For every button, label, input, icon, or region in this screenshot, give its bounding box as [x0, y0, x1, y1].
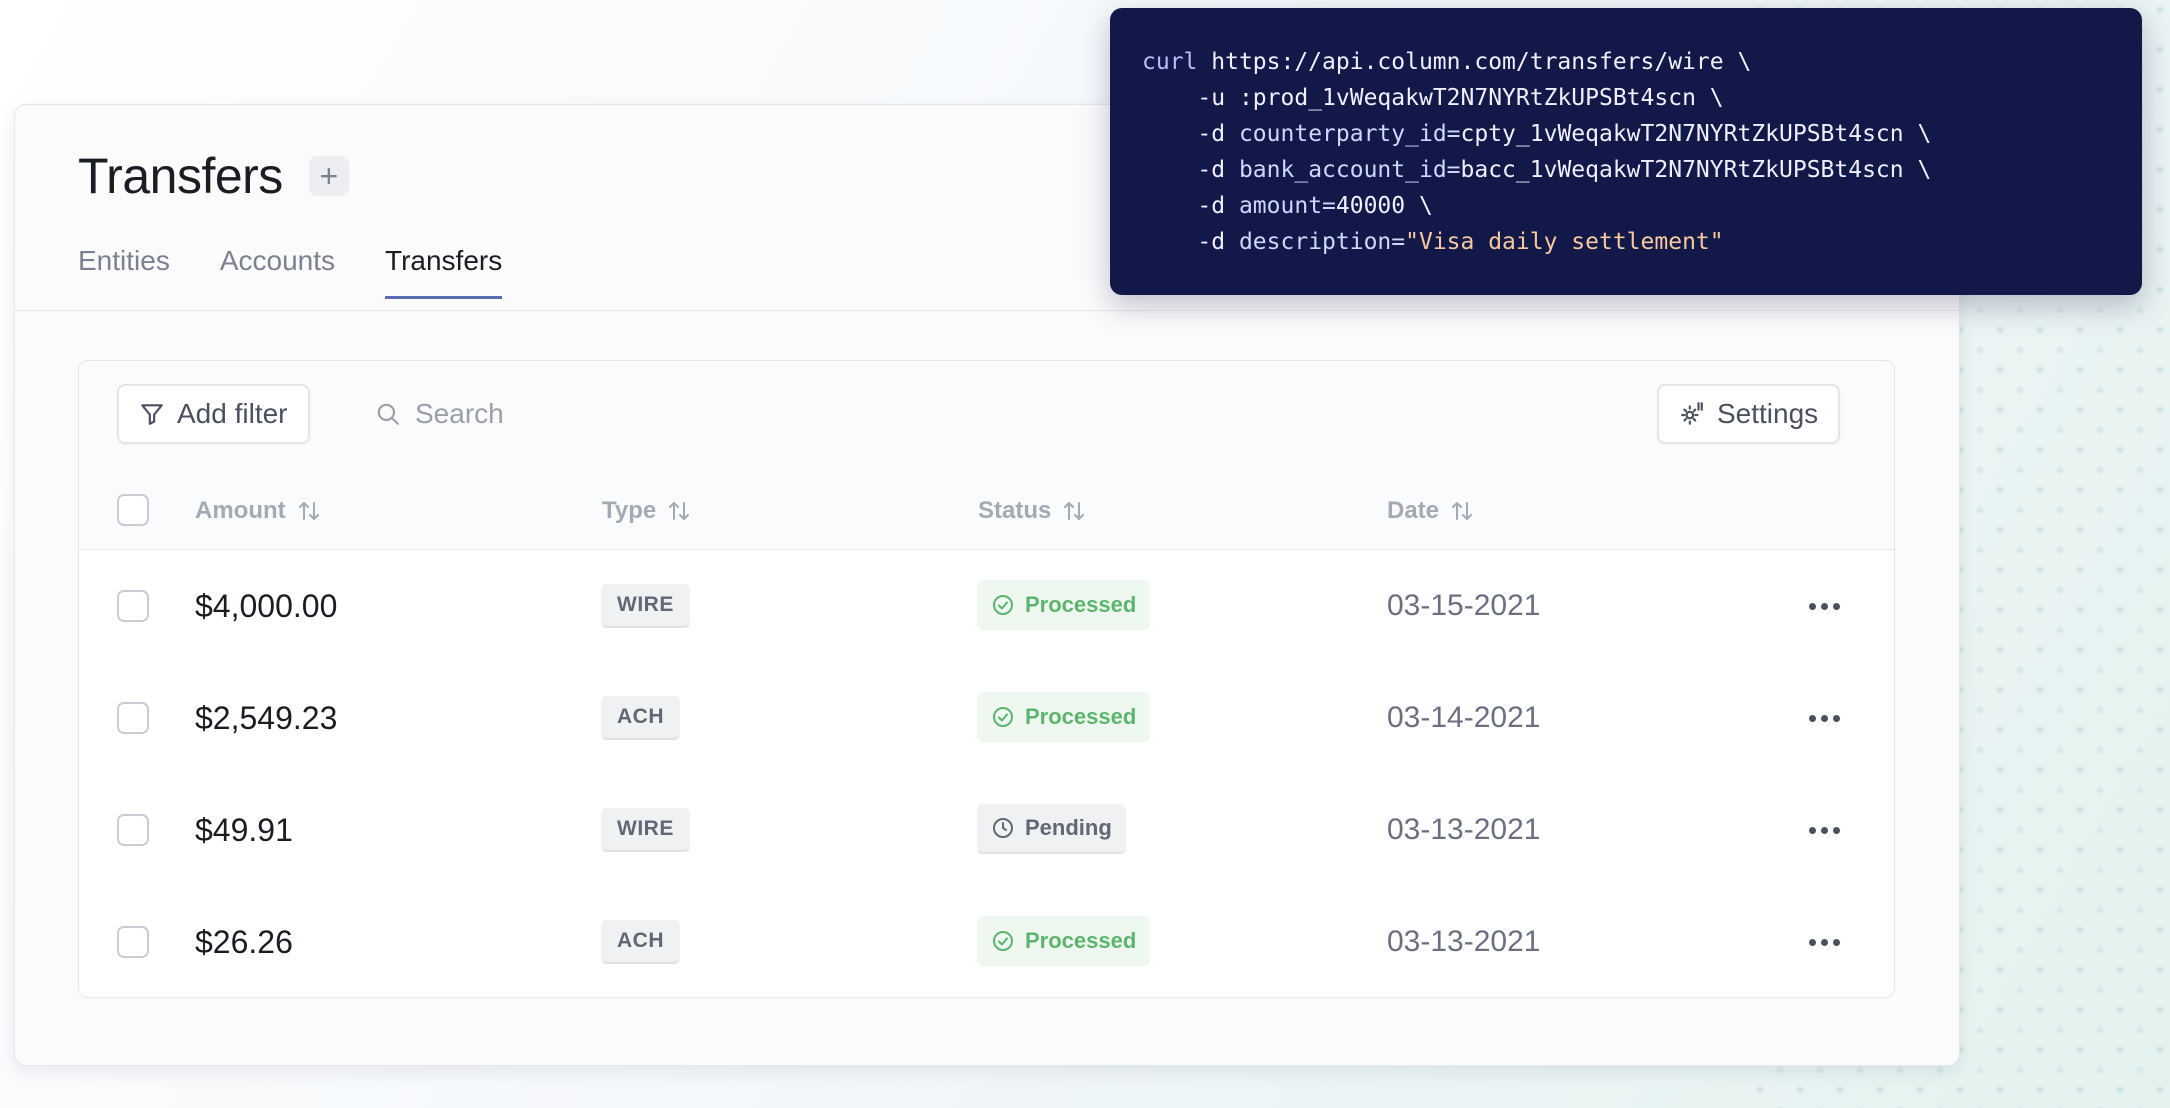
more-actions-icon[interactable]	[1809, 550, 1840, 662]
column-status-label: Status	[978, 496, 1052, 524]
add-filter-button[interactable]: Add filter	[117, 384, 310, 444]
search-placeholder: Search	[415, 398, 504, 429]
status-badge: Processed	[977, 916, 1151, 966]
column-date-label: Date	[1387, 496, 1440, 524]
column-status[interactable]: Status	[978, 472, 1087, 549]
row-date: 03-13-2021	[1387, 925, 1541, 958]
status-badge: Processed	[977, 692, 1151, 742]
type-badge: WIRE	[601, 808, 690, 852]
type-badge: WIRE	[601, 584, 690, 628]
select-all-checkbox[interactable]	[117, 494, 149, 526]
status-label: Processed	[1025, 592, 1137, 617]
check-circle-icon	[993, 931, 1013, 951]
code-value: 40000 \	[1335, 193, 1433, 219]
column-amount-label: Amount	[195, 496, 286, 524]
code-flag: -u	[1197, 85, 1226, 111]
check-circle-icon	[993, 707, 1013, 727]
table-row[interactable]: $26.26 ACH Processed 03-13-2021	[79, 886, 1894, 997]
table-row[interactable]: $4,000.00 WIRE Processed 03-15-2021	[79, 550, 1894, 663]
row-date: 03-13-2021	[1387, 813, 1541, 846]
row-checkbox[interactable]	[117, 702, 149, 734]
code-flag: -d	[1197, 229, 1226, 255]
tab-transfers[interactable]: Transfers	[385, 245, 503, 299]
tabs-divider	[15, 310, 1959, 311]
tab-bar: Entities Accounts Transfers	[78, 245, 503, 299]
code-value: cpty_1vWeqakwT2N7NYRtZkUPSBt4scn \	[1460, 121, 1932, 147]
row-amount: $2,549.23	[195, 699, 338, 736]
more-actions-icon[interactable]	[1809, 886, 1840, 997]
more-actions-icon[interactable]	[1809, 662, 1840, 774]
code-snippet: curl https://api.column.com/transfers/wi…	[1110, 8, 2142, 295]
code-value: :prod_1vWeqakwT2N7NYRtZkUPSBt4scn \	[1238, 85, 1724, 111]
sort-icon	[1452, 501, 1473, 520]
search-input[interactable]: Search	[375, 384, 504, 444]
column-date[interactable]: Date	[1387, 472, 1475, 549]
row-checkbox[interactable]	[117, 814, 149, 846]
code-flag: -d	[1197, 193, 1226, 219]
code-value: "Visa daily settlement"	[1405, 229, 1724, 255]
status-badge: Processed	[977, 580, 1151, 630]
page-header: Transfers +	[78, 147, 349, 205]
row-checkbox[interactable]	[117, 590, 149, 622]
status-label: Processed	[1025, 704, 1137, 729]
code-key: amount=	[1238, 193, 1336, 219]
code-flag: -d	[1197, 121, 1226, 147]
transfers-table: Add filter Search Settings Amount Type S…	[78, 360, 1895, 998]
code-command: curl	[1142, 49, 1198, 75]
row-amount: $26.26	[195, 923, 293, 960]
check-circle-icon	[993, 595, 1013, 615]
add-transfer-button[interactable]: +	[308, 156, 349, 196]
tab-accounts[interactable]: Accounts	[220, 245, 335, 299]
settings-button[interactable]: Settings	[1657, 384, 1841, 444]
more-actions-icon[interactable]	[1809, 774, 1840, 886]
sort-icon	[298, 501, 319, 520]
status-label: Pending	[1025, 815, 1112, 840]
column-amount[interactable]: Amount	[195, 472, 322, 549]
page-title: Transfers	[78, 148, 283, 204]
code-key: bank_account_id=	[1238, 157, 1461, 183]
code-key: counterparty_id=	[1238, 121, 1461, 147]
code-key: description=	[1238, 229, 1406, 255]
search-icon	[377, 403, 399, 425]
sort-icon	[1064, 501, 1085, 520]
row-date: 03-15-2021	[1387, 589, 1541, 622]
code-url: https://api.column.com/transfers/wire \	[1211, 49, 1752, 75]
table-row[interactable]: $2,549.23 ACH Processed 03-14-2021	[79, 662, 1894, 775]
type-badge: ACH	[601, 696, 680, 740]
row-amount: $49.91	[195, 811, 293, 848]
table-toolbar: Add filter Search Settings	[79, 361, 1894, 473]
settings-label: Settings	[1717, 398, 1819, 429]
gear-icon	[1681, 402, 1703, 425]
add-filter-label: Add filter	[177, 398, 288, 429]
table-header: Amount Type Status Date	[79, 472, 1894, 550]
clock-icon	[993, 818, 1013, 838]
filter-icon	[141, 404, 163, 425]
type-badge: ACH	[601, 920, 680, 964]
row-checkbox[interactable]	[117, 926, 149, 958]
column-type-label: Type	[602, 496, 657, 524]
code-value: bacc_1vWeqakwT2N7NYRtZkUPSBt4scn \	[1460, 157, 1932, 183]
status-label: Processed	[1025, 928, 1137, 953]
status-badge: Pending	[977, 804, 1126, 854]
column-type[interactable]: Type	[602, 472, 692, 549]
row-date: 03-14-2021	[1387, 701, 1541, 734]
tab-entities[interactable]: Entities	[78, 245, 170, 299]
code-flag: -d	[1197, 157, 1226, 183]
sort-icon	[669, 501, 690, 520]
row-amount: $4,000.00	[195, 587, 338, 624]
table-row[interactable]: $49.91 WIRE Pending 03-13-2021	[79, 774, 1894, 887]
